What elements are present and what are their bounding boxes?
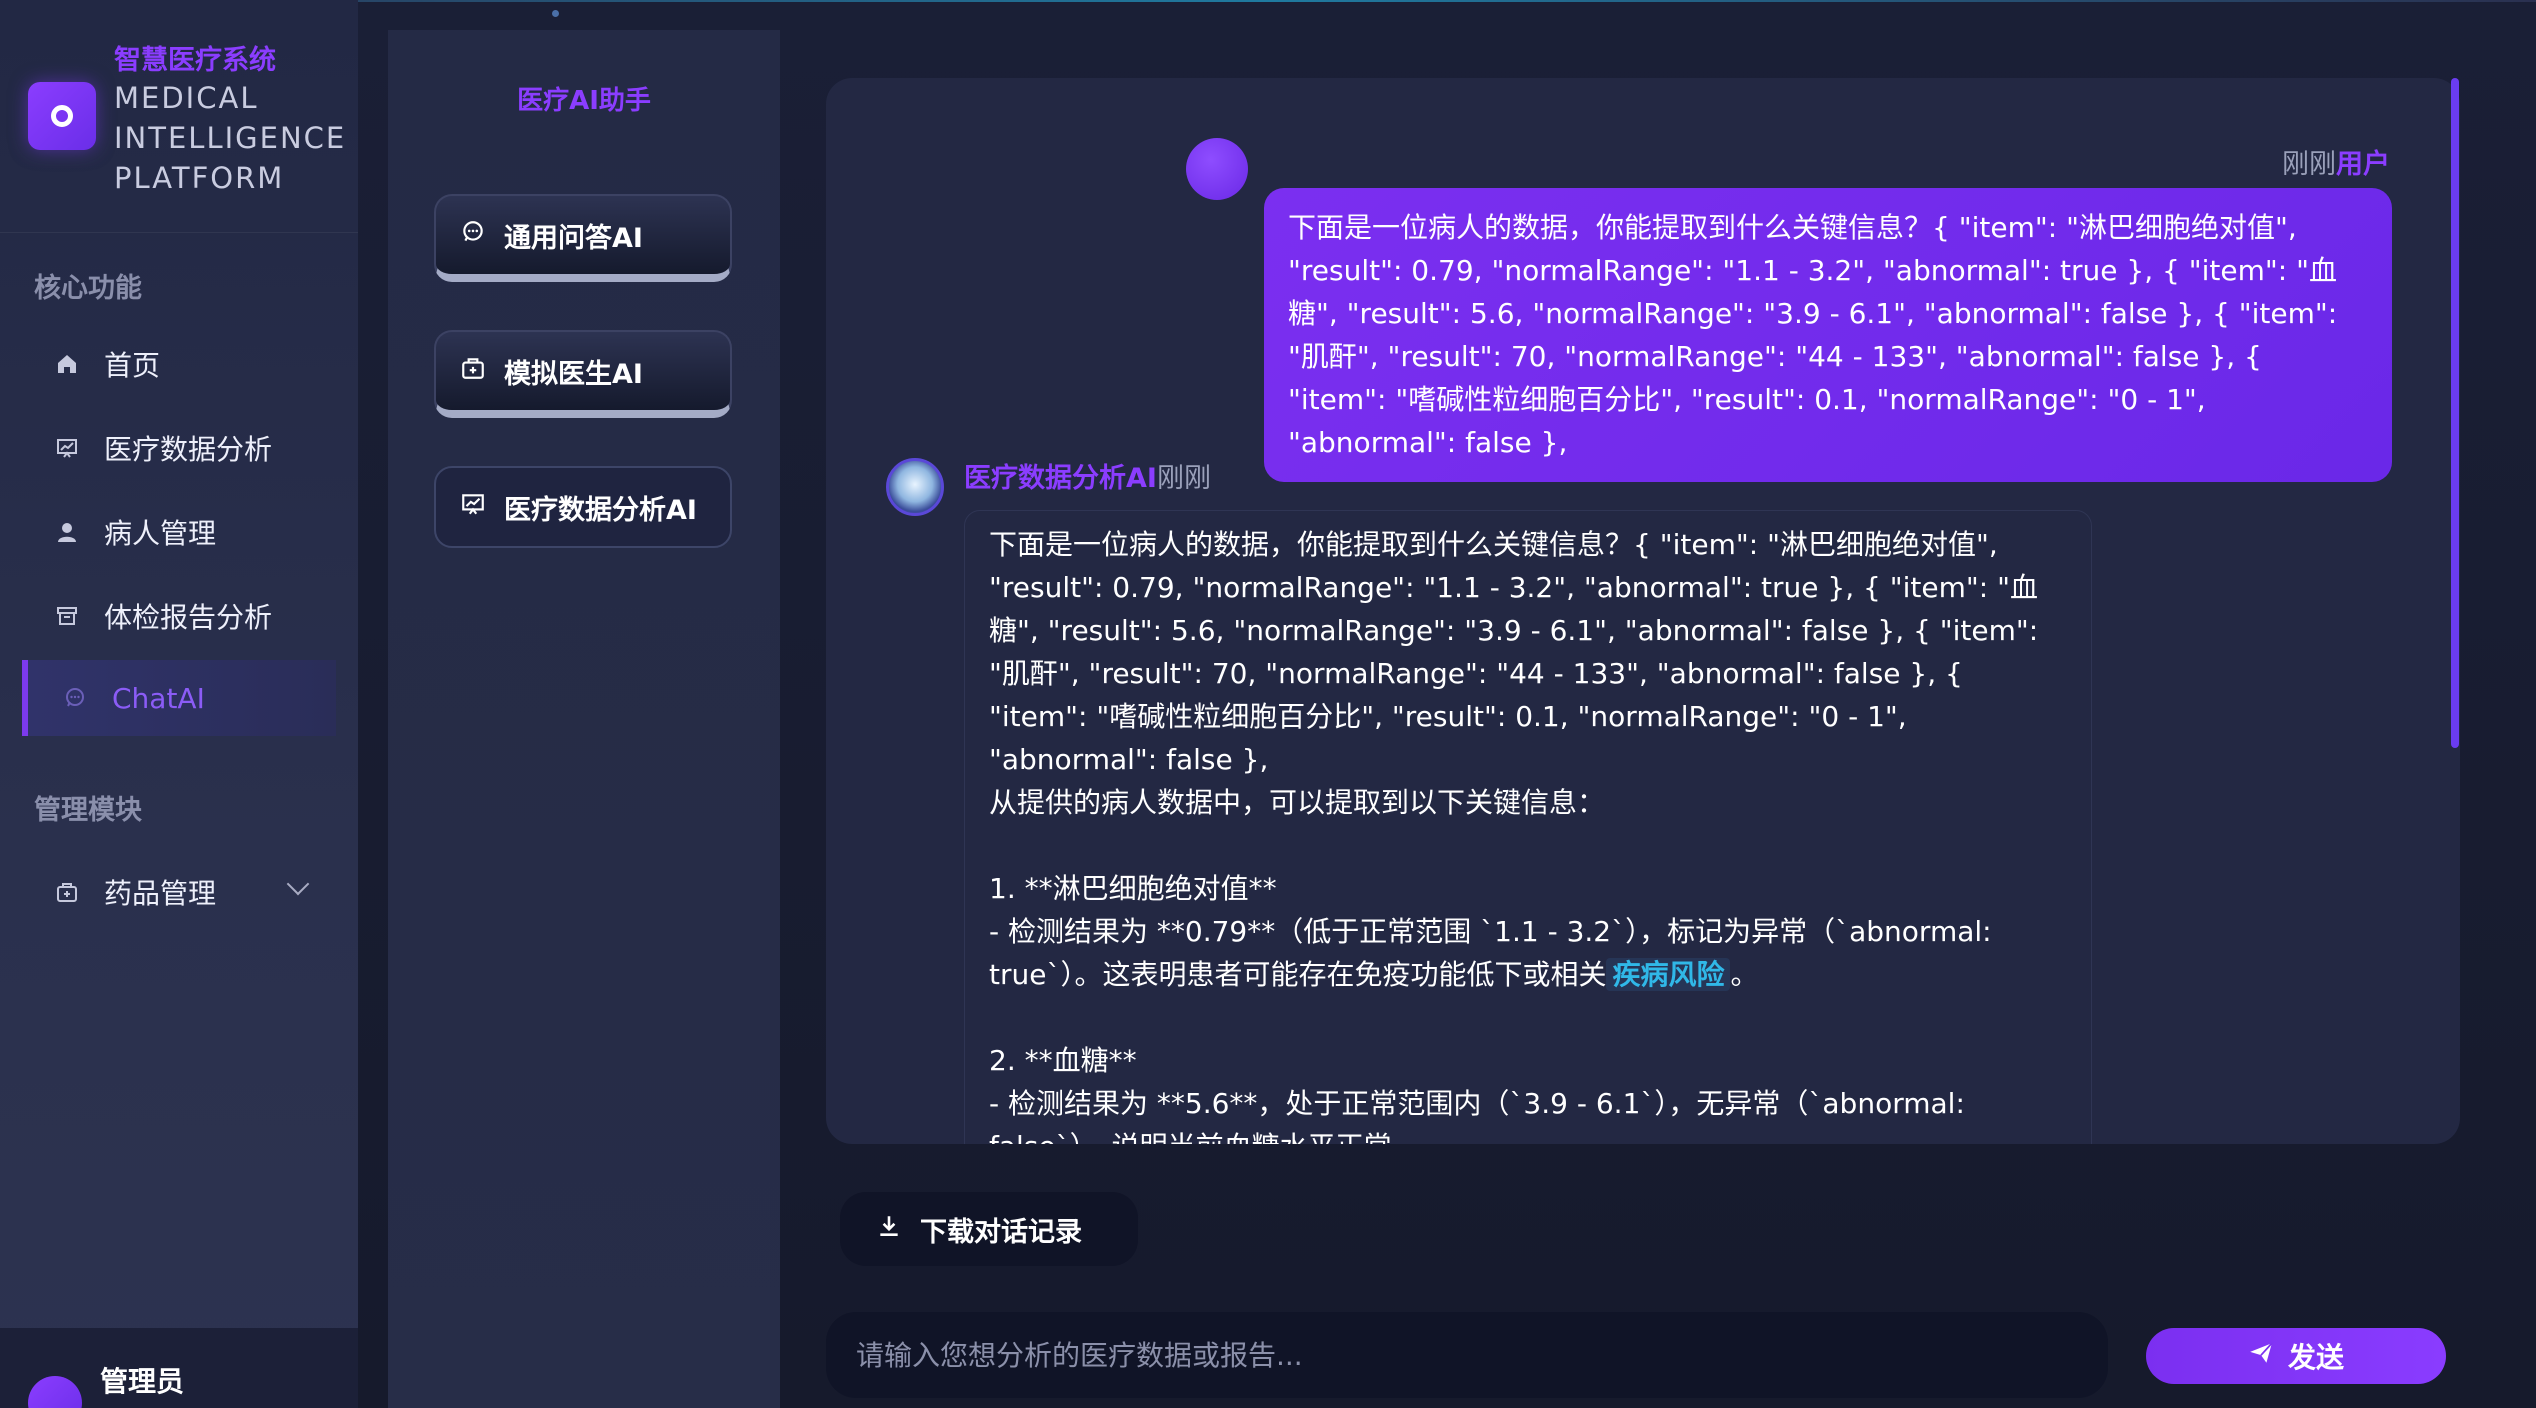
- sidebar-item-medicine[interactable]: 药品管理: [22, 854, 336, 930]
- bot-avatar: [886, 458, 944, 516]
- sidebar-item-checkup-report[interactable]: 体检报告分析: [22, 578, 336, 654]
- download-icon: [876, 1213, 902, 1246]
- brand-title: 智慧医疗系统: [114, 45, 276, 76]
- sidebar-item-home[interactable]: 首页: [22, 326, 336, 402]
- bot-sender: 医疗数据分析AI: [964, 463, 1157, 494]
- user-message-meta: 刚刚用户: [2282, 142, 2390, 181]
- bot-item1-text: - 检测结果为 **0.79**（低于正常范围 `1.1 - 3.2`），标记为…: [989, 910, 2067, 996]
- chat-icon: [62, 685, 88, 711]
- simulated-doctor-ai-button[interactable]: 模拟医生AI: [434, 330, 732, 418]
- bot-item2-title: 2. **血糖**: [989, 1044, 1137, 1077]
- chat-messages[interactable]: 刚刚用户 下面是一位病人的数据，你能提取到什么关键信息？{ "item": "淋…: [826, 78, 2460, 1144]
- send-button[interactable]: 发送: [2146, 1328, 2446, 1384]
- ai-panel-title: 医疗AI助手: [517, 86, 651, 116]
- bot-item1-text-part: - 检测结果为 **0.79**（低于正常范围 `1.1 - 3.2`），标记为…: [989, 915, 1992, 991]
- brand: 智慧医疗系统 MEDICAL INTELLIGENCE PLATFORM: [28, 30, 348, 230]
- bot-message-meta: 医疗数据分析AI刚刚: [964, 456, 1211, 495]
- medical-kit-icon: [460, 355, 490, 387]
- chevron-down-icon[interactable]: [286, 872, 310, 896]
- ai-button-label: 通用问答AI: [504, 222, 643, 254]
- bot-item1-highlight[interactable]: 疾病风险: [1606, 958, 1731, 991]
- brand-subtitle: MEDICAL INTELLIGENCE PLATFORM: [114, 81, 347, 195]
- sidebar-item-chatai[interactable]: ChatAI: [22, 660, 336, 736]
- message-time: 刚刚: [1156, 463, 1211, 494]
- user-message-bubble: 下面是一位病人的数据，你能提取到什么关键信息？{ "item": "淋巴细胞绝对…: [1264, 188, 2392, 482]
- bot-item1-text-end: 。: [1730, 958, 1759, 991]
- bot-item1-title: 1. **淋巴细胞绝对值**: [989, 872, 1277, 905]
- sidebar-item-medical-data[interactable]: 医疗数据分析: [22, 410, 336, 486]
- user-message-avatar: [1186, 138, 1248, 200]
- sidebar-item-label: 医疗数据分析: [104, 433, 273, 466]
- send-button-label: 发送: [2287, 1341, 2344, 1374]
- ai-button-label: 模拟医生AI: [504, 358, 643, 390]
- archive-icon: [54, 603, 80, 629]
- bot-item2-text: - 检测结果为 **5.6**，处于正常范围内（`3.9 - 6.1`），无异常…: [989, 1087, 1965, 1144]
- top-accent-line: [0, 0, 2536, 2]
- chat-scrollbar[interactable]: [2451, 78, 2459, 748]
- top-indicator-dot: [552, 10, 559, 17]
- paper-plane-icon: [2248, 1340, 2274, 1373]
- sidebar: 智慧医疗系统 MEDICAL INTELLIGENCE PLATFORM 核心功…: [0, 0, 358, 1408]
- chat-bubble-icon: [460, 219, 490, 251]
- section-title-core: 核心功能: [34, 273, 142, 304]
- bot-quote-text: 下面是一位病人的数据，你能提取到什么关键信息？{ "item": "淋巴细胞绝对…: [989, 528, 2039, 776]
- sidebar-item-label: 病人管理: [104, 517, 217, 550]
- sidebar-item-label: 首页: [104, 349, 161, 382]
- ai-assistant-panel: 医疗AI助手 通用问答AI 模拟医生AI 医疗数据分析AI: [388, 30, 780, 1408]
- message-time: 刚刚: [2282, 149, 2336, 180]
- sidebar-item-patients[interactable]: 病人管理: [22, 494, 336, 570]
- sidebar-item-label: 体检报告分析: [104, 601, 273, 634]
- bot-message-bubble: 下面是一位病人的数据，你能提取到什么关键信息？{ "item": "淋巴细胞绝对…: [964, 510, 2092, 1144]
- section-title-admin: 管理模块: [34, 795, 142, 826]
- sidebar-divider: [0, 232, 358, 233]
- message-sender: 用户: [2336, 149, 2390, 180]
- sidebar-item-label: 药品管理: [104, 877, 217, 910]
- medicine-box-icon: [54, 879, 80, 905]
- app-root: 智慧医疗系统 MEDICAL INTELLIGENCE PLATFORM 核心功…: [0, 0, 2536, 1408]
- home-icon: [54, 351, 80, 377]
- brand-logo-icon: [28, 82, 96, 150]
- avatar: [28, 1376, 82, 1408]
- user-profile-bar[interactable]: 管理员: [0, 1328, 358, 1408]
- chart-icon: [54, 435, 80, 461]
- chat-input[interactable]: [826, 1312, 2108, 1398]
- ai-button-label: 医疗数据分析AI: [504, 494, 697, 526]
- download-button-label: 下载对话记录: [920, 1216, 1082, 1248]
- sidebar-item-label: ChatAI: [112, 681, 205, 715]
- user-name: 管理员: [100, 1365, 185, 1398]
- medical-data-analysis-ai-button[interactable]: 医疗数据分析AI: [434, 466, 732, 548]
- download-chat-button[interactable]: 下载对话记录: [840, 1192, 1138, 1266]
- presentation-chart-icon: [460, 491, 490, 523]
- bot-intro-text: 从提供的病人数据中，可以提取到以下关键信息：: [989, 786, 1606, 819]
- user-icon: [54, 519, 80, 545]
- general-qa-ai-button[interactable]: 通用问答AI: [434, 194, 732, 282]
